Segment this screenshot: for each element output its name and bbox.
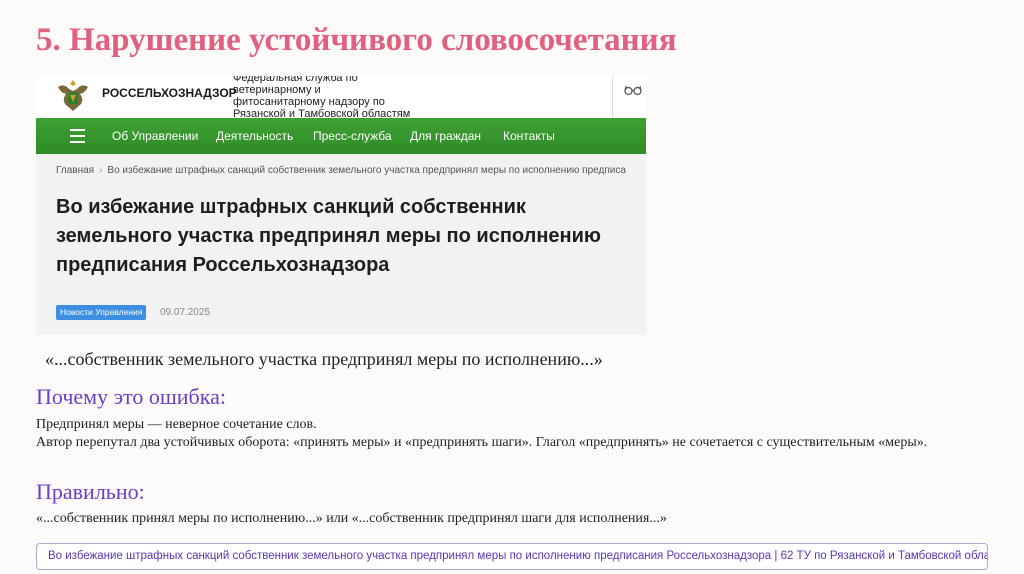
agency-line: Федеральная служба по	[233, 76, 358, 84]
coat-of-arms-icon	[58, 80, 88, 111]
source-link-text[interactable]: Во избежание штрафных санкций собственни…	[48, 550, 987, 562]
article-title-line: земельного участка предпринял меры по ис…	[56, 225, 601, 247]
agency-line: ветеринарному и	[233, 84, 321, 96]
nav-item-press[interactable]: Пресс-служба	[313, 129, 392, 143]
why-line-2: Автор перепутал два устойчивых оборота: …	[36, 435, 928, 450]
nav-item-about[interactable]: Об Управлении	[112, 129, 198, 143]
main-nav: Об Управлении Деятельность Пресс-служба …	[36, 118, 646, 154]
site-header: РОССЕЛЬХОЗНАДЗОР Федеральная служба по в…	[36, 76, 646, 120]
slide-title: 5. Нарушение устойчивого словосочетания	[36, 22, 677, 58]
category-tag[interactable]: Новости Управления	[56, 305, 147, 320]
glasses-icon[interactable]	[624, 84, 642, 96]
breadcrumb-home[interactable]: Главная	[56, 165, 94, 176]
article-title-line: Во избежание штрафных санкций собственни…	[56, 196, 526, 218]
agency-line: фитосанитарному надзору по	[233, 96, 385, 108]
correct-text: «...собственник принял меры по исполнени…	[36, 511, 667, 526]
quote: «...собственник земельного участка предп…	[45, 349, 603, 369]
article-title-line: предписания Россельхознадзора	[56, 254, 390, 276]
correct-heading: Правильно:	[36, 479, 145, 504]
breadcrumb: Главная › Во избежание штрафных санкций со…	[56, 165, 626, 176]
why-heading: Почему это ошибка:	[36, 384, 226, 409]
why-line-1: Предпринял меры — неверное сочетание сло…	[36, 417, 317, 432]
nav-item-citizens[interactable]: Для граждан	[410, 129, 481, 143]
header-divider	[612, 76, 613, 118]
source-link[interactable]: Во избежание штрафных санкций собственни…	[36, 543, 988, 570]
publish-date: 09.07.2025	[160, 307, 211, 318]
brand-name: РОССЕЛЬХОЗНАДЗОР	[102, 86, 237, 100]
breadcrumb-current: Во избежание штрафных санкций собственни…	[107, 165, 626, 176]
agency-name: Федеральная служба по ветеринарному и фи…	[233, 76, 410, 120]
article-title: Во избежание штрафных санкций собственни…	[56, 193, 626, 280]
breadcrumb-separator: ›	[99, 165, 103, 176]
burger-menu-icon[interactable]	[70, 129, 85, 143]
nav-item-contacts[interactable]: Контакты	[503, 129, 555, 143]
nav-item-activity[interactable]: Деятельность	[216, 129, 293, 143]
website-screenshot: РОССЕЛЬХОЗНАДЗОР Федеральная служба по в…	[36, 76, 646, 335]
